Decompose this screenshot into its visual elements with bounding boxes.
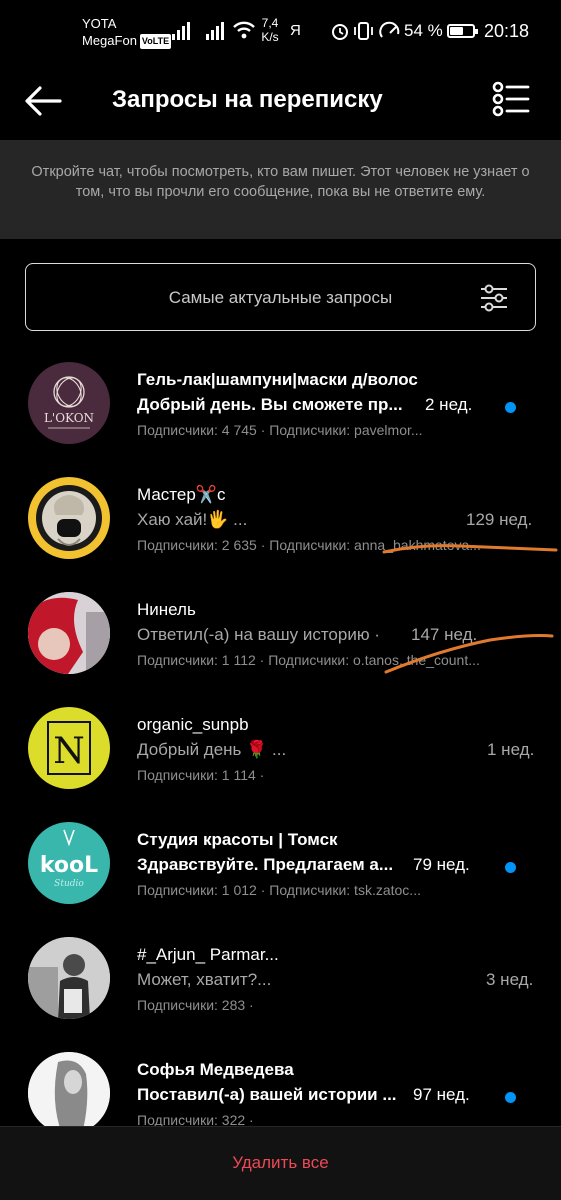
back-arrow-icon[interactable] (22, 80, 64, 122)
clock: 20:18 (484, 21, 530, 41)
carrier-megafon: MegaFon VoLTE (82, 33, 172, 49)
request-message: Добрый день 🌹 ... (137, 740, 287, 759)
unread-dot (505, 1092, 516, 1103)
info-banner-text: Откройте чат, чтобы посмотреть, кто вам … (31, 164, 530, 200)
volte-badge: VoLTE (139, 34, 172, 49)
checklist-icon[interactable] (490, 78, 532, 120)
redaction-scribble (382, 544, 558, 554)
network-speed: 7,4 K/s (261, 16, 279, 44)
request-name: Гель-лак|шампуни|маски д/волос (137, 370, 418, 389)
request-row[interactable]: Мастер✂️с Хаю хай!🖐 ... 129 нед. Подписч… (0, 471, 561, 586)
request-message: Здравствуйте. Предлагаем а... (137, 855, 394, 874)
avatar[interactable]: N (28, 707, 110, 789)
request-name: organic_sunpb (137, 715, 249, 734)
request-meta: Подписчики: 283 · (137, 997, 254, 1013)
request-message: Поставил(-а) вашей истории ... (137, 1085, 397, 1104)
request-meta: Подписчики: 4 745 · Подписчики: pavelmor… (137, 422, 423, 438)
avatar[interactable] (28, 592, 110, 674)
unread-dot (505, 402, 516, 413)
avatar[interactable] (28, 477, 110, 559)
delete-all-button[interactable]: Удалить все (0, 1153, 561, 1173)
unread-dot (505, 862, 516, 873)
yandex-icon: Я (290, 22, 301, 39)
request-row[interactable]: N organic_sunpb Добрый день 🌹 ... 1 нед.… (0, 701, 561, 816)
request-message: Может, хватит?... (137, 970, 272, 989)
request-name: Студия красоты | Томск (137, 830, 338, 849)
request-row[interactable]: L'OKON Гель-лак|шампуни|маски д/волос До… (0, 356, 561, 471)
man-photo-avatar (28, 937, 110, 1019)
filter-label: Самые актуальные запросы (168, 288, 393, 307)
request-row[interactable]: #_Arjun_ Parmar... Может, хватит?... 3 н… (0, 931, 561, 1046)
svg-text:N: N (53, 731, 85, 772)
header: Запросы на переписку (0, 62, 561, 140)
request-meta: Подписчики: 1 012 · Подписчики: tsk.zato… (137, 882, 421, 898)
filter-dropdown[interactable]: Самые актуальные запросы (25, 263, 536, 331)
request-name: #_Arjun_ Parmar... (137, 945, 279, 964)
request-row[interactable]: kooL Studio Студия красоты | Томск Здрав… (0, 816, 561, 931)
request-name: Нинель (137, 600, 196, 619)
sliders-icon (481, 284, 507, 312)
alarm-vibrate-data-icons (332, 21, 400, 40)
request-time: 3 нед. (486, 970, 534, 989)
signal-icon (206, 22, 224, 40)
svg-text:kooL: kooL (40, 853, 98, 878)
wifi-icon (233, 21, 255, 39)
avatar[interactable]: kooL Studio (28, 822, 110, 904)
kool-logo: kooL Studio (40, 829, 98, 889)
woman-photo-avatar (28, 1052, 110, 1134)
avatar[interactable]: L'OKON (28, 362, 110, 444)
request-time: 97 нед. (413, 1085, 470, 1104)
bottom-action-bar: Удалить все (0, 1126, 561, 1200)
statue-mask-avatar (36, 485, 102, 551)
battery-percent: 54 % (404, 21, 443, 40)
lokon-logo: L'OKON (44, 376, 94, 429)
info-banner: Откройте чат, чтобы посмотреть, кто вам … (0, 140, 561, 239)
request-name: Софья Медведева (137, 1060, 294, 1079)
request-message: Хаю хай!🖐 ... (137, 510, 248, 529)
request-time: 1 нед. (487, 740, 535, 759)
avatar[interactable] (28, 1052, 110, 1134)
signal-icon (172, 22, 190, 40)
svg-text:Studio: Studio (54, 879, 84, 889)
request-name: Мастер✂️с (137, 485, 226, 504)
request-message: Добрый день. Вы сможете пр... (137, 395, 403, 414)
redaction-scribble (384, 634, 554, 674)
organic-logo: N (47, 721, 91, 775)
request-time: 129 нед. (466, 510, 533, 529)
svg-text:L'OKON: L'OKON (44, 411, 94, 425)
red-hair-avatar (28, 592, 110, 674)
avatar[interactable] (28, 937, 110, 1019)
request-time: 79 нед. (413, 855, 470, 874)
request-meta: Подписчики: 1 114 · (137, 767, 265, 783)
carrier-yota: YOTA (82, 16, 117, 31)
request-message: Ответил(-а) на вашу историю · (137, 625, 380, 644)
request-time: 2 нед. (425, 395, 473, 414)
page-title: Запросы на переписку (112, 86, 383, 113)
status-bar: YOTA MegaFon VoLTE 7,4 K/s Я 54 % 20:18 (0, 0, 561, 62)
battery-icon (447, 24, 478, 38)
